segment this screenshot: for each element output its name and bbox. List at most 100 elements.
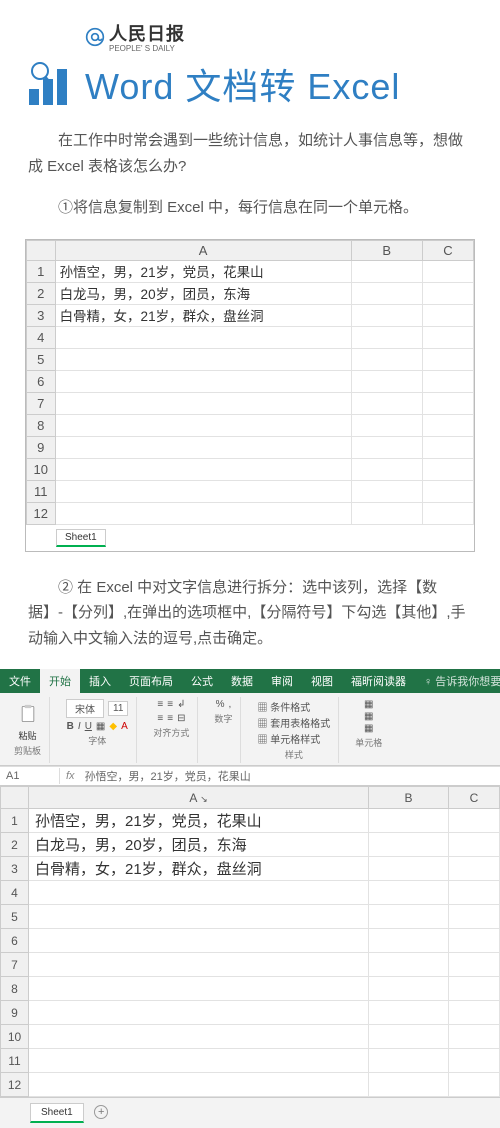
row-header[interactable]: 5 <box>27 348 56 370</box>
bold-button[interactable]: B <box>67 721 74 732</box>
font-size[interactable]: 11 <box>108 701 128 716</box>
italic-button[interactable]: I <box>78 721 81 732</box>
row-header[interactable]: 12 <box>1 1073 29 1097</box>
cell[interactable] <box>422 260 473 282</box>
cell[interactable] <box>369 809 449 833</box>
cell[interactable] <box>351 370 422 392</box>
cell[interactable]: 白骨精，女，21岁，群众，盘丝洞 <box>29 857 369 881</box>
align-center-icon[interactable]: ≡ <box>167 713 173 724</box>
cell[interactable] <box>449 1001 500 1025</box>
row-header[interactable]: 9 <box>27 436 56 458</box>
col-header-c[interactable]: C <box>422 240 473 260</box>
cell[interactable] <box>369 1001 449 1025</box>
cell[interactable] <box>351 282 422 304</box>
tab-insert[interactable]: 插入 <box>80 669 120 693</box>
cell[interactable] <box>55 436 351 458</box>
cell[interactable] <box>449 1073 500 1097</box>
row-header[interactable]: 4 <box>27 326 56 348</box>
cell[interactable] <box>29 1073 369 1097</box>
cell[interactable] <box>422 370 473 392</box>
cell[interactable] <box>449 857 500 881</box>
row-header[interactable]: 1 <box>27 260 56 282</box>
col-header-b[interactable]: B <box>369 787 449 809</box>
cell[interactable] <box>369 1073 449 1097</box>
col-header-a[interactable]: A ↘ <box>29 787 369 809</box>
fill-color-button[interactable]: ◆ <box>109 721 117 732</box>
cell[interactable] <box>351 304 422 326</box>
cell[interactable] <box>351 414 422 436</box>
row-header[interactable]: 5 <box>1 905 29 929</box>
cell[interactable] <box>55 326 351 348</box>
cell[interactable] <box>449 953 500 977</box>
cell[interactable] <box>449 977 500 1001</box>
cell[interactable] <box>422 458 473 480</box>
cell[interactable] <box>55 370 351 392</box>
tab-data[interactable]: 数据 <box>222 669 262 693</box>
cell[interactable] <box>351 436 422 458</box>
row-header[interactable]: 12 <box>27 502 56 524</box>
cell[interactable] <box>369 905 449 929</box>
delete-cell-icon[interactable]: ▦ <box>364 711 373 722</box>
tab-review[interactable]: 审阅 <box>262 669 302 693</box>
cell[interactable] <box>422 282 473 304</box>
cell[interactable] <box>369 833 449 857</box>
row-header[interactable]: 7 <box>27 392 56 414</box>
cell[interactable] <box>29 1025 369 1049</box>
cell[interactable] <box>369 929 449 953</box>
cell[interactable]: 白龙马，男，20岁，团员，东海 <box>55 282 351 304</box>
cell[interactable] <box>369 1049 449 1073</box>
tab-file[interactable]: 文件 <box>0 669 40 693</box>
cell[interactable] <box>422 348 473 370</box>
merge-icon[interactable]: ⊟ <box>177 713 185 724</box>
border-button[interactable]: ▦ <box>96 721 105 732</box>
font-name[interactable]: 宋体 <box>66 699 104 718</box>
cell[interactable] <box>55 458 351 480</box>
row-header[interactable]: 10 <box>1 1025 29 1049</box>
align-top-icon[interactable]: ≡ <box>157 699 163 710</box>
row-header[interactable]: 11 <box>1 1049 29 1073</box>
col-header-c[interactable]: C <box>449 787 500 809</box>
row-header[interactable]: 6 <box>1 929 29 953</box>
cell-style-button[interactable]: ▦ 单元格样式 <box>257 731 320 746</box>
tab-layout[interactable]: 页面布局 <box>120 669 182 693</box>
align-left-icon[interactable]: ≡ <box>157 713 163 724</box>
cell[interactable]: 白骨精，女，21岁，群众，盘丝洞 <box>55 304 351 326</box>
percent-icon[interactable]: % <box>216 699 225 710</box>
corner-cell[interactable] <box>1 787 29 809</box>
cell[interactable] <box>55 348 351 370</box>
cell[interactable] <box>351 458 422 480</box>
align-mid-icon[interactable]: ≡ <box>167 699 173 710</box>
row-header[interactable]: 7 <box>1 953 29 977</box>
cell[interactable] <box>351 480 422 502</box>
cell[interactable] <box>351 502 422 524</box>
cell[interactable] <box>369 1025 449 1049</box>
row-header[interactable]: 11 <box>27 480 56 502</box>
cell[interactable]: 孙悟空，男，21岁，党员，花果山 <box>29 809 369 833</box>
cell[interactable] <box>449 809 500 833</box>
cell[interactable] <box>29 905 369 929</box>
cell[interactable] <box>29 953 369 977</box>
sheet-tab[interactable]: Sheet1 <box>56 529 106 547</box>
cell[interactable] <box>29 1001 369 1025</box>
formula-input[interactable]: 孙悟空，男，21岁，党员，花果山 <box>81 768 500 784</box>
comma-icon[interactable]: , <box>228 699 231 710</box>
sheet-tab[interactable]: Sheet1 <box>30 1103 84 1123</box>
cell[interactable] <box>449 881 500 905</box>
paste-button[interactable] <box>15 699 41 729</box>
row-header[interactable]: 9 <box>1 1001 29 1025</box>
cell[interactable] <box>29 881 369 905</box>
cell[interactable] <box>55 480 351 502</box>
cell[interactable] <box>449 833 500 857</box>
cell[interactable] <box>55 392 351 414</box>
wrap-icon[interactable]: ↲ <box>177 699 185 710</box>
fx-icon[interactable]: fx <box>60 770 81 782</box>
cell[interactable] <box>369 953 449 977</box>
cell[interactable] <box>369 977 449 1001</box>
cond-format-button[interactable]: ▦ 条件格式 <box>257 699 310 714</box>
cell[interactable]: 白龙马，男，20岁，团员，东海 <box>29 833 369 857</box>
tab-reader[interactable]: 福昕阅读器 <box>342 669 415 693</box>
cell[interactable] <box>449 1049 500 1073</box>
cell[interactable] <box>422 392 473 414</box>
cell[interactable] <box>422 304 473 326</box>
row-header[interactable]: 3 <box>27 304 56 326</box>
